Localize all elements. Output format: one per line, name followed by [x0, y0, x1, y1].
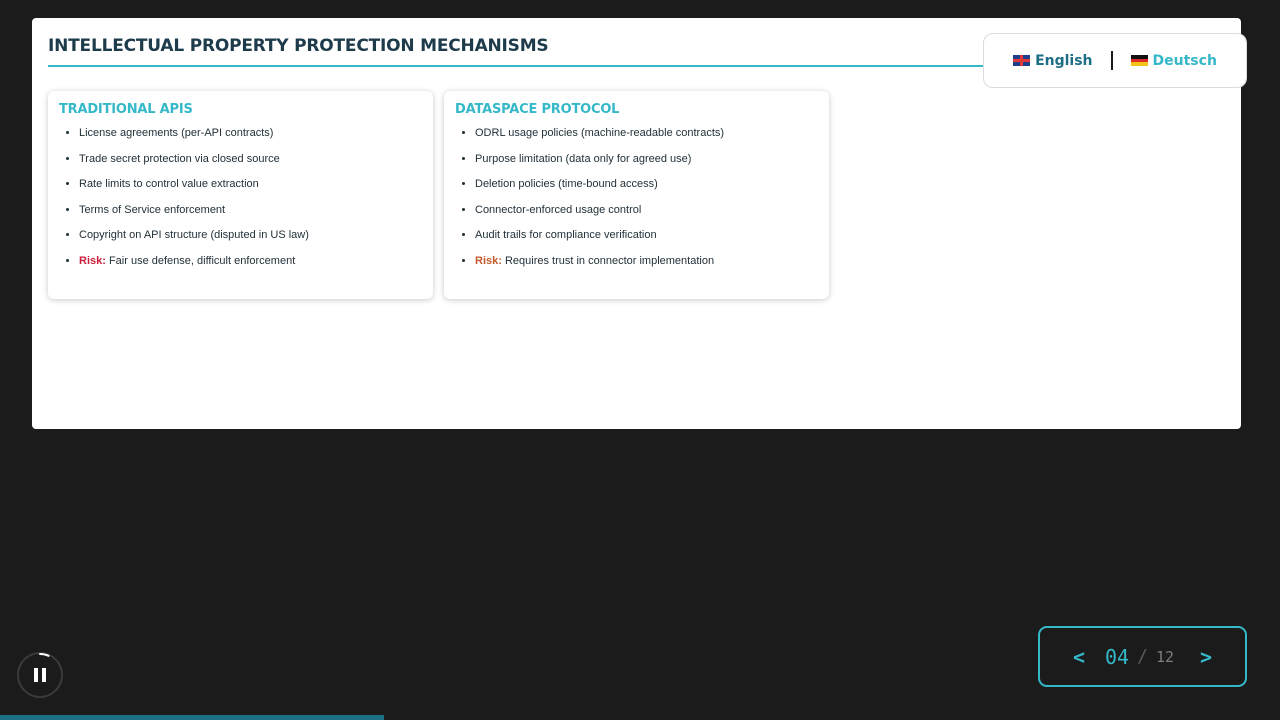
language-divider	[1110, 51, 1113, 70]
list-item: License agreements (per-API contracts)	[79, 126, 422, 141]
english-language-button[interactable]: English	[1013, 52, 1093, 69]
uk-flag-icon	[1013, 55, 1031, 66]
list-item: Trade secret protection via closed sourc…	[79, 152, 422, 167]
pager-separator: /	[1137, 646, 1148, 667]
list-item: Terms of Service enforcement	[79, 203, 422, 218]
autoplay-progress-fill	[0, 715, 384, 720]
list-item: Rate limits to control value extraction	[79, 177, 422, 192]
risk-item: Risk: Requires trust in connector implem…	[475, 254, 818, 269]
list-item: Audit trails for compliance verification	[475, 228, 818, 243]
traditional-apis-card: TRADITIONAL APIS License agreements (per…	[48, 91, 433, 299]
card-title: DATASPACE PROTOCOL	[455, 102, 620, 117]
slide-title: INTELLECTUAL PROPERTY PROTECTION MECHANI…	[48, 36, 549, 56]
pause-icon	[34, 653, 50, 682]
autoplay-progress-bar	[0, 715, 1280, 720]
list-item: Connector-enforced usage control	[475, 203, 818, 218]
deutsch-language-button[interactable]: Deutsch	[1130, 52, 1217, 69]
risk-item: Risk: Fair use defense, difficult enforc…	[79, 254, 422, 269]
slide-pager: < 04 / 12 >	[1038, 626, 1247, 687]
previous-slide-button[interactable]: <	[1069, 645, 1089, 669]
card-title: TRADITIONAL APIS	[59, 102, 193, 117]
language-switcher: English Deutsch	[983, 33, 1247, 88]
deutsch-label: Deutsch	[1152, 52, 1217, 69]
risk-label: Risk:	[475, 254, 502, 267]
english-label: English	[1035, 52, 1093, 69]
dataspace-protocol-card: DATASPACE PROTOCOL ODRL usage policies (…	[444, 91, 829, 299]
list-item: Copyright on API structure (disputed in …	[79, 228, 422, 243]
next-slide-button[interactable]: >	[1196, 645, 1216, 669]
list-item: Purpose limitation (data only for agreed…	[475, 152, 818, 167]
title-underline	[48, 65, 1008, 67]
bullet-list: License agreements (per-API contracts) T…	[59, 126, 422, 269]
list-item: Deletion policies (time-bound access)	[475, 177, 818, 192]
list-item: ODRL usage policies (machine-readable co…	[475, 126, 818, 141]
total-slides: 12	[1155, 647, 1174, 666]
risk-text: Requires trust in connector implementati…	[501, 254, 715, 267]
risk-text: Fair use defense, difficult enforcement	[105, 254, 296, 267]
risk-label: Risk:	[79, 254, 106, 267]
pause-button[interactable]	[17, 652, 63, 698]
current-slide-number: 04	[1105, 644, 1130, 669]
bullet-list: ODRL usage policies (machine-readable co…	[455, 126, 818, 269]
german-flag-icon	[1130, 55, 1148, 66]
